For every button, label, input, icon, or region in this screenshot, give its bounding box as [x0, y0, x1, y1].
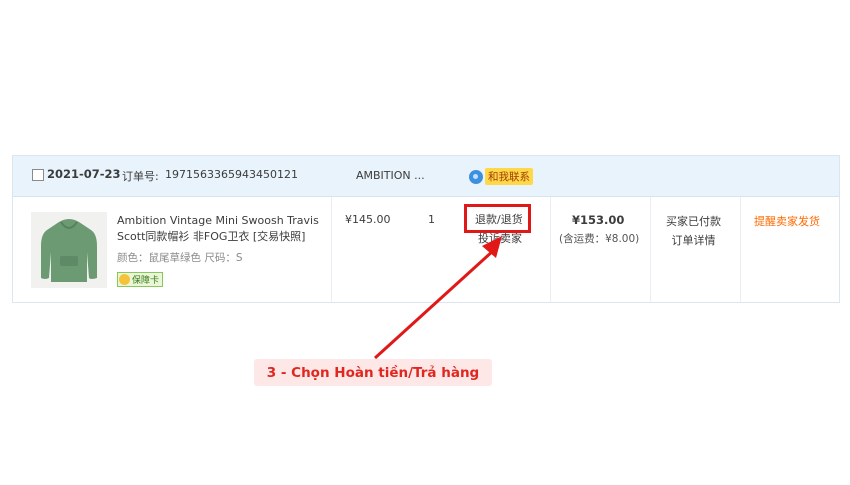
annotation-callout: 3 - Chọn Hoàn tiền/Trả hàng: [254, 359, 492, 386]
annotation-text: 3 - Chọn Hoàn tiền/Trả hàng: [266, 364, 480, 381]
annotation-arrow: [373, 236, 502, 360]
